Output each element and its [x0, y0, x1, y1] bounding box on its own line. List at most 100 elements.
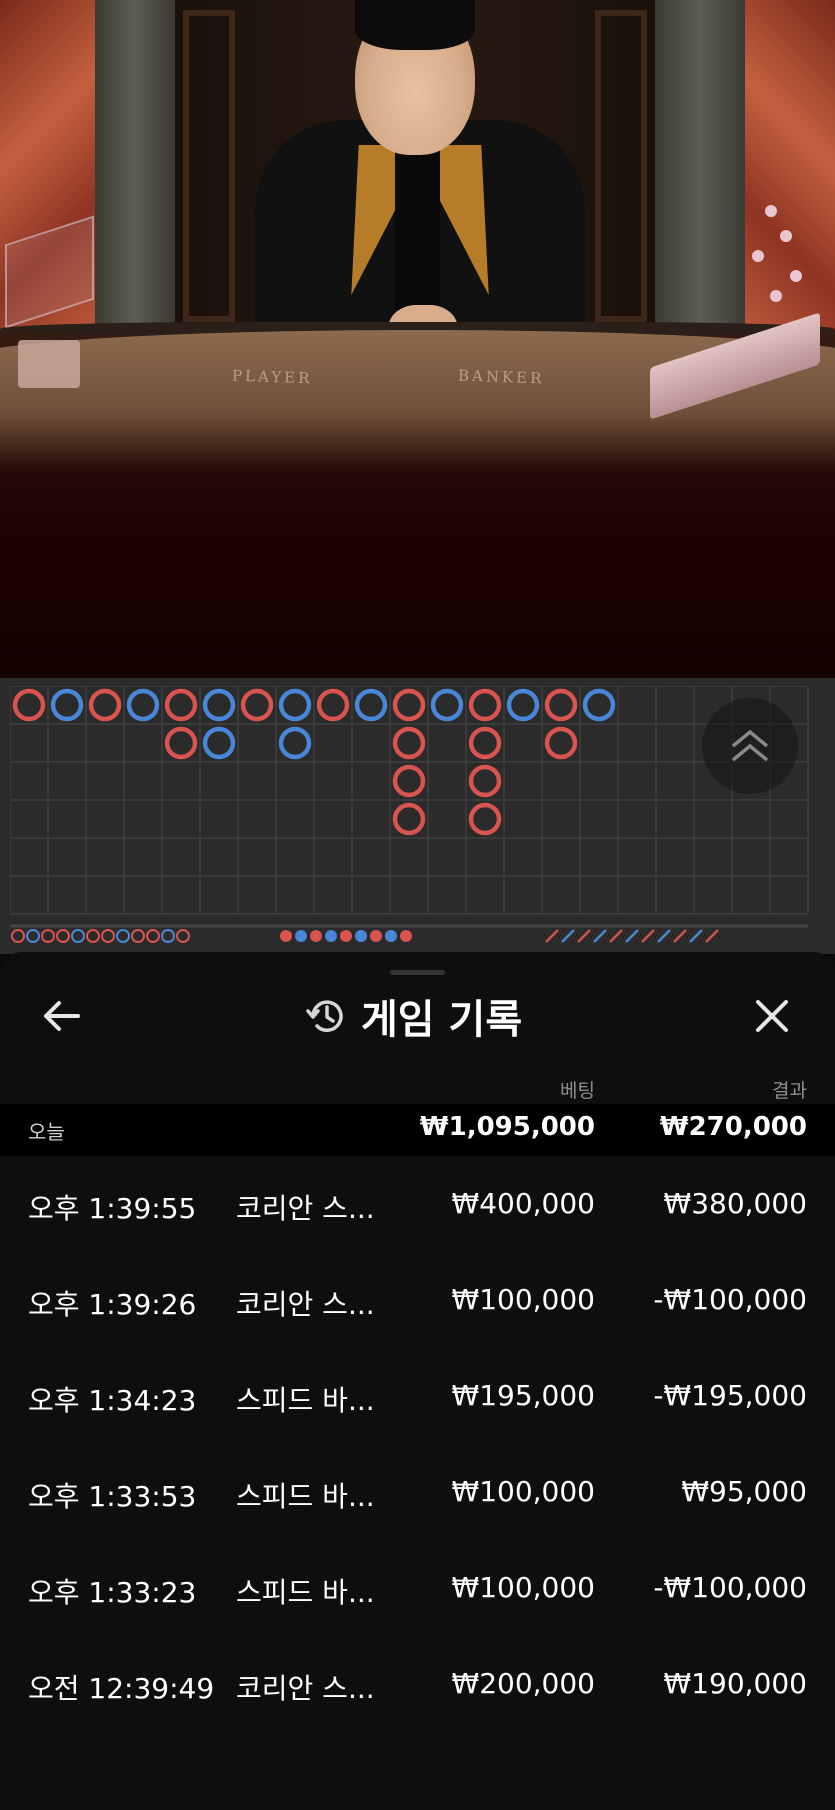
- derived-road-marker: [26, 929, 40, 943]
- row-result: ₩380,000: [663, 1187, 807, 1220]
- banker-result-marker: [164, 688, 198, 722]
- player-result-marker: [202, 688, 236, 722]
- derived-road-marker: [280, 930, 292, 942]
- banker-result-marker: [392, 764, 426, 798]
- banker-result-marker: [544, 688, 578, 722]
- row-game: 스피드 바...: [236, 1576, 375, 1609]
- history-list: 오후 1:39:55 코리안 스... ₩400,000 ₩380,000 오후…: [0, 1157, 835, 1733]
- row-time: 오전 12:39:49: [28, 1672, 215, 1705]
- derived-road-marker: [705, 929, 719, 943]
- derived-road-marker: [657, 929, 671, 943]
- banker-result-marker: [392, 688, 426, 722]
- banker-result-marker: [240, 688, 274, 722]
- summary-label: 오늘: [28, 1120, 65, 1144]
- derived-road-marker: [673, 929, 687, 943]
- history-row[interactable]: 오후 1:33:23 스피드 바... ₩100,000 -₩100,000: [0, 1541, 835, 1637]
- derived-road-marker: [689, 929, 703, 943]
- row-time: 오후 1:33:23: [28, 1576, 197, 1609]
- derived-road-marker: [385, 930, 397, 942]
- derived-road-marker: [400, 930, 412, 942]
- card-stack: [18, 340, 80, 388]
- row-bet: ₩400,000: [451, 1187, 595, 1220]
- derived-road-marker: [11, 929, 25, 943]
- player-result-marker: [582, 688, 616, 722]
- player-result-marker: [430, 688, 464, 722]
- banker-result-marker: [164, 726, 198, 760]
- row-time: 오후 1:34:23: [28, 1384, 197, 1417]
- row-game: 스피드 바...: [236, 1480, 375, 1513]
- derived-road-marker: [310, 930, 322, 942]
- row-time: 오후 1:33:53: [28, 1480, 197, 1513]
- pillar-right: [655, 0, 745, 330]
- row-game: 코리안 스...: [236, 1192, 375, 1225]
- row-bet: ₩195,000: [451, 1379, 595, 1412]
- player-result-marker: [202, 726, 236, 760]
- page-title: 게임 기록: [361, 997, 523, 1043]
- derived-road-marker: [295, 930, 307, 942]
- column-header-result: 결과: [772, 1080, 807, 1102]
- derived-road-marker: [561, 929, 575, 943]
- derived-road-marker: [161, 929, 175, 943]
- history-row[interactable]: 오후 1:33:53 스피드 바... ₩100,000 ₩95,000: [0, 1445, 835, 1541]
- player-result-marker: [50, 688, 84, 722]
- derived-road-marker: [131, 929, 145, 943]
- banker-result-marker: [468, 688, 502, 722]
- player-result-marker: [278, 726, 312, 760]
- history-row[interactable]: 오후 1:34:23 스피드 바... ₩195,000 -₩195,000: [0, 1349, 835, 1445]
- banker-result-marker: [316, 688, 350, 722]
- derived-road-marker: [577, 929, 591, 943]
- derived-road-marker: [340, 930, 352, 942]
- player-result-marker: [506, 688, 540, 722]
- history-row[interactable]: 오후 1:39:26 코리안 스... ₩100,000 -₩100,000: [0, 1253, 835, 1349]
- player-result-marker: [354, 688, 388, 722]
- big-road-grid: [10, 686, 809, 943]
- history-icon: [306, 1000, 343, 1032]
- row-bet: ₩200,000: [451, 1667, 595, 1700]
- row-bet: ₩100,000: [451, 1571, 595, 1604]
- live-video-stream: PLAYER BANKER: [0, 0, 835, 678]
- derived-road-marker: [116, 929, 130, 943]
- close-button[interactable]: [750, 994, 794, 1038]
- marble-wall-right: [745, 0, 835, 330]
- row-bet: ₩100,000: [451, 1283, 595, 1316]
- derived-road-marker: [71, 929, 85, 943]
- player-result-marker: [126, 688, 160, 722]
- row-result: -₩100,000: [653, 1571, 807, 1604]
- table-label-banker: BANKER: [457, 366, 545, 388]
- derived-road-marker: [641, 929, 655, 943]
- column-header-bet: 베팅: [560, 1080, 595, 1102]
- history-row[interactable]: 오후 1:39:55 코리안 스... ₩400,000 ₩380,000: [0, 1157, 835, 1253]
- derived-road-marker: [41, 929, 55, 943]
- banker-result-marker: [468, 726, 502, 760]
- derived-road-marker: [146, 929, 160, 943]
- row-result: -₩195,000: [653, 1379, 807, 1412]
- back-button[interactable]: [40, 994, 84, 1038]
- row-game: 코리안 스...: [236, 1288, 375, 1321]
- sheet-drag-handle[interactable]: [390, 970, 445, 975]
- row-time: 오후 1:39:26: [28, 1288, 197, 1321]
- derived-road-marker: [609, 929, 623, 943]
- sheet-header: 게임 기록: [305, 990, 523, 1043]
- double-chevron-up-icon: [731, 729, 769, 762]
- pillar-left: [95, 0, 175, 330]
- history-row[interactable]: 오전 12:39:49 코리안 스... ₩200,000 ₩190,000: [0, 1637, 835, 1733]
- table-label-player: PLAYER: [231, 366, 313, 388]
- player-result-marker: [278, 688, 312, 722]
- arrow-left-icon: [44, 1001, 80, 1031]
- banker-result-marker: [88, 688, 122, 722]
- banker-result-marker: [392, 726, 426, 760]
- row-game: 스피드 바...: [236, 1384, 375, 1417]
- scroll-up-button[interactable]: [702, 698, 798, 794]
- summary-bet-total: ₩1,095,000: [419, 1112, 595, 1142]
- banker-result-marker: [468, 764, 502, 798]
- derived-road-marker: [56, 929, 70, 943]
- game-history-sheet: 게임 기록 베팅 결과 오늘 ₩1,095,000 ₩270,000 오후 1:…: [0, 952, 835, 1810]
- derived-road-marker: [625, 929, 639, 943]
- row-result: -₩100,000: [653, 1283, 807, 1316]
- row-game: 코리안 스...: [236, 1672, 375, 1705]
- summary-result-total: ₩270,000: [659, 1112, 807, 1142]
- derived-road-marker: [101, 929, 115, 943]
- row-result: ₩190,000: [663, 1667, 807, 1700]
- banker-result-marker: [12, 688, 46, 722]
- derived-road-marker: [370, 930, 382, 942]
